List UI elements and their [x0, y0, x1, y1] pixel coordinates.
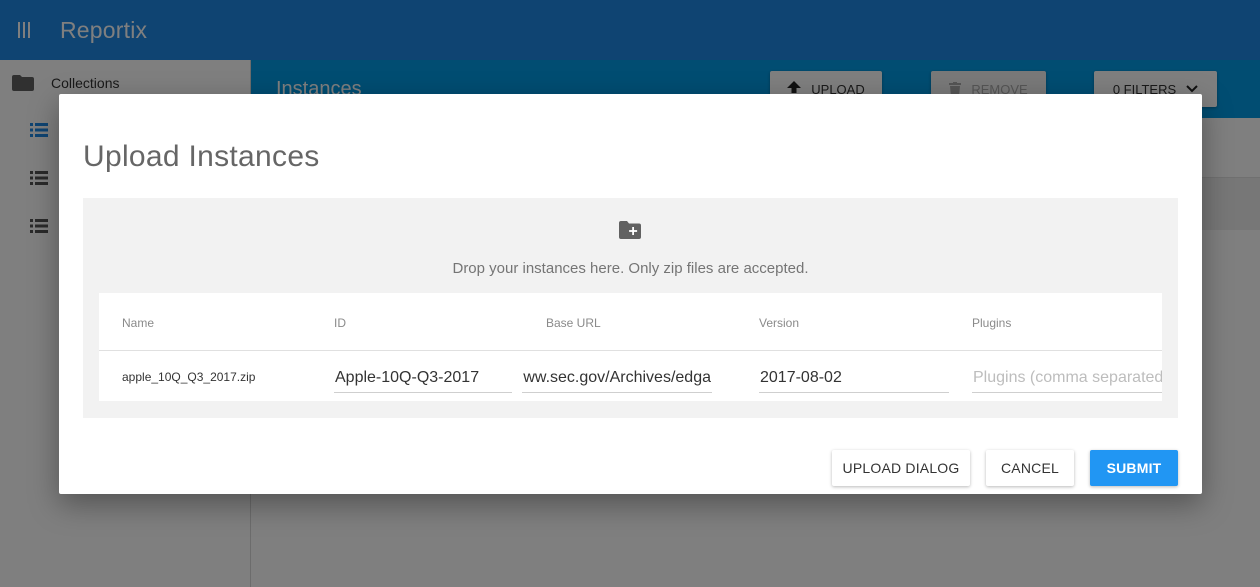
upload-instances-dialog: Upload Instances Drop your instances her…	[59, 94, 1202, 494]
column-header-plugins: Plugins	[972, 316, 1012, 330]
header-divider	[99, 350, 1162, 351]
submit-button[interactable]: SUBMIT	[1090, 450, 1178, 486]
instances-table: Name ID Base URL Version Plugins apple_1…	[99, 293, 1162, 401]
version-input[interactable]	[759, 363, 949, 393]
upload-dialog-button[interactable]: UPLOAD DIALOG	[832, 450, 970, 486]
instance-id-input[interactable]	[334, 363, 512, 393]
column-header-id: ID	[334, 316, 346, 330]
add-folder-icon[interactable]	[619, 221, 641, 239]
column-header-version: Version	[759, 316, 800, 330]
cancel-button[interactable]: CANCEL	[986, 450, 1074, 486]
column-header-base-url: Base URL	[546, 316, 601, 330]
plugins-input[interactable]	[972, 363, 1162, 393]
drop-instructions: Drop your instances here. Only zip files…	[452, 260, 809, 277]
column-header-name: Name	[122, 316, 155, 330]
dialog-title: Upload Instances	[83, 140, 320, 173]
drop-zone[interactable]: Drop your instances here. Only zip files…	[83, 198, 1178, 418]
base-url-input[interactable]	[522, 363, 712, 393]
instance-file-name: apple_10Q_Q3_2017.zip	[122, 370, 256, 384]
